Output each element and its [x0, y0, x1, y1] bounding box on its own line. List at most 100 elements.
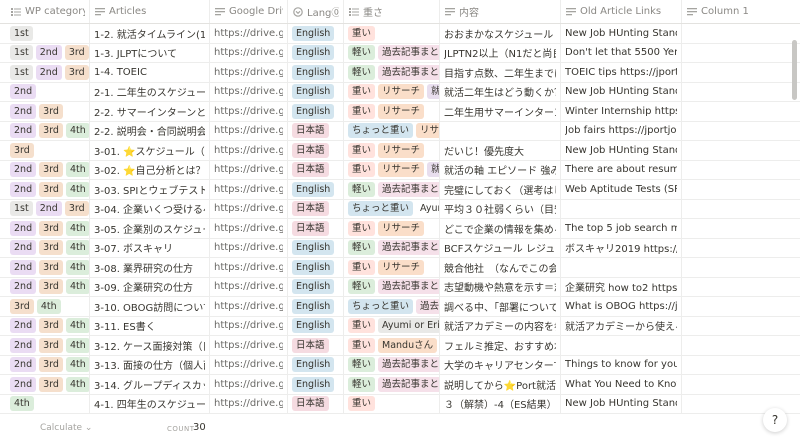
- drive-link[interactable]: https://drive.google.com: [214, 379, 283, 390]
- drive-link[interactable]: https://drive.google.com: [214, 47, 283, 58]
- weight-cell[interactable]: ちょっと重い過去記事: [344, 297, 440, 316]
- category-tag-cell[interactable]: 2nd: [0, 82, 90, 101]
- lang-cell[interactable]: 日本語: [288, 219, 344, 238]
- weight-cell[interactable]: 軽い過去記事まとめ: [344, 63, 440, 82]
- drive-cell[interactable]: https://drive.google.com: [210, 355, 288, 374]
- content-cell[interactable]: 志望動機や熱意を示す＝志望動: [440, 277, 561, 296]
- lang-cell[interactable]: English: [288, 82, 344, 101]
- drive-cell[interactable]: https://drive.google.com: [210, 160, 288, 179]
- category-tag-cell[interactable]: 2nd 3rd 4th: [0, 219, 90, 238]
- table-row[interactable]: 2nd3rd4th 2-2. 説明会・合同説明会 https://drive.goo…: [0, 121, 800, 141]
- lang-cell[interactable]: English: [288, 375, 344, 394]
- old-links-cell[interactable]: [561, 336, 682, 355]
- drive-link[interactable]: https://drive.google.com: [214, 223, 283, 234]
- table-row[interactable]: 2nd3rd4th 3-11. ES書く https://drive.google.…: [0, 316, 800, 336]
- article-cell[interactable]: 2-2. サマーインターンとウィンター: [90, 102, 210, 121]
- content-cell[interactable]: JLPTN2以上（N1だと尚良い）: [440, 43, 561, 62]
- drive-link[interactable]: https://drive.google.com: [214, 164, 283, 175]
- column-1-cell[interactable]: [682, 317, 800, 336]
- weight-cell[interactable]: 重い リサーチ: [344, 141, 440, 160]
- drive-cell[interactable]: https://drive.google.com: [210, 316, 288, 335]
- column-1-cell[interactable]: [682, 161, 800, 180]
- article-cell[interactable]: 3-04. 企業いくつ受けるべき？: [90, 199, 210, 218]
- drive-cell[interactable]: https://drive.google.com: [210, 297, 288, 316]
- weight-cell[interactable]: 重い: [344, 394, 440, 413]
- article-cell[interactable]: 4-1. 四年生のスケジュールにつ: [90, 394, 210, 413]
- lang-cell[interactable]: 日本語: [288, 199, 344, 218]
- old-links-cell[interactable]: Web Aptitude Tests (SPI etc): [561, 180, 682, 199]
- weight-cell[interactable]: 重い: [344, 24, 440, 43]
- drive-link[interactable]: https://drive.google.com: [214, 106, 283, 117]
- drive-link[interactable]: https://drive.google.com: [214, 28, 283, 39]
- article-cell[interactable]: 3-12. ケース面接対策（日経・: [90, 336, 210, 355]
- drive-cell[interactable]: https://drive.google.com: [210, 238, 288, 257]
- drive-link[interactable]: https://drive.google.com: [214, 184, 283, 195]
- lang-cell[interactable]: English: [288, 180, 344, 199]
- old-links-cell[interactable]: Job fairs https://jportjournal.com: [561, 121, 682, 140]
- category-tag-cell[interactable]: 3rd: [0, 141, 90, 160]
- table-row[interactable]: 2nd3rd4th 3-07. ボスキャリ https://drive.google…: [0, 238, 800, 258]
- drive-cell[interactable]: https://drive.google.com: [210, 43, 288, 62]
- calculate-dropdown[interactable]: Calculate ⌄: [40, 423, 92, 433]
- old-links-cell[interactable]: New Job HUnting Standards !: [561, 394, 682, 413]
- category-tag-cell[interactable]: 1st2nd3rd4: [0, 199, 90, 218]
- content-cell[interactable]: 調べる中、「部署についてもっ: [440, 297, 561, 316]
- category-tag-cell[interactable]: 2nd 3rd 4th: [0, 180, 90, 199]
- drive-link[interactable]: https://drive.google.com: [214, 301, 283, 312]
- drive-link[interactable]: https://drive.google.com: [214, 86, 283, 97]
- weight-cell[interactable]: 重い Manduさん: [344, 336, 440, 355]
- column-1-cell[interactable]: [682, 336, 800, 355]
- content-cell[interactable]: [440, 121, 561, 140]
- drive-link[interactable]: https://drive.google.com: [214, 203, 283, 214]
- article-cell[interactable]: 3-07. ボスキャリ: [90, 238, 210, 257]
- lang-cell[interactable]: 日本語: [288, 141, 344, 160]
- article-cell[interactable]: 2-2. 説明会・合同説明会: [90, 121, 210, 140]
- column-1-cell[interactable]: [682, 44, 800, 63]
- content-cell[interactable]: 目指す点数、二年生までにうけ: [440, 63, 561, 82]
- column-1-cell[interactable]: [682, 258, 800, 277]
- category-tag-cell[interactable]: 2nd 3rd 4th: [0, 160, 90, 179]
- table-row[interactable]: 1st2nd3rd4 3-04. 企業いくつ受けるべき？ https://drive…: [0, 199, 800, 219]
- content-cell[interactable]: おおまかなスケジュール（細か: [440, 24, 561, 43]
- lang-cell[interactable]: English: [288, 43, 344, 62]
- drive-link[interactable]: https://drive.google.com: [214, 67, 283, 78]
- drive-cell[interactable]: https://drive.google.com: [210, 63, 288, 82]
- drive-cell[interactable]: https://drive.google.com: [210, 121, 288, 140]
- table-row[interactable]: 2nd3rd4th 3-12. ケース面接対策（日経・ https://drive.…: [0, 336, 800, 356]
- column-header-0[interactable]: WP category tag: [0, 0, 90, 23]
- category-tag-cell[interactable]: 2nd 3rd 4th: [0, 355, 90, 374]
- drive-cell[interactable]: https://drive.google.com: [210, 180, 288, 199]
- drive-cell[interactable]: https://drive.google.com: [210, 82, 288, 101]
- column-header-5[interactable]: 内容: [440, 0, 561, 23]
- drive-link[interactable]: https://drive.google.com: [214, 398, 283, 409]
- content-cell[interactable]: 就活二年生はどう動くか？: [440, 82, 561, 101]
- drive-link[interactable]: https://drive.google.com: [214, 359, 283, 370]
- content-cell[interactable]: 就活の軸 エピソード 強み・弱み: [440, 160, 561, 179]
- article-cell[interactable]: 3-03. SPIとウェブテストの勉強: [90, 180, 210, 199]
- lang-cell[interactable]: English: [288, 277, 344, 296]
- article-cell[interactable]: 3-13. 面接の仕方（個人面接）: [90, 355, 210, 374]
- category-tag-cell[interactable]: 2nd 3rd 4th: [0, 277, 90, 296]
- article-cell[interactable]: 3-05. 企業別のスケジュールの: [90, 219, 210, 238]
- category-tag-cell[interactable]: 2nd 3rd 4th: [0, 316, 90, 335]
- category-tag-cell[interactable]: 2nd 3rd 4th: [0, 336, 90, 355]
- old-links-cell[interactable]: ボスキャリ2019 https://jportj: [561, 238, 682, 257]
- category-tag-cell[interactable]: 4th: [0, 394, 90, 413]
- category-tag-cell[interactable]: 2nd 3rd 4th: [0, 121, 90, 140]
- category-tag-cell[interactable]: 2nd 3rd 4th: [0, 375, 90, 394]
- drive-cell[interactable]: https://drive.google.com: [210, 141, 288, 160]
- table-row[interactable]: 2nd 2-1. 二年生のスケジュール https://drive.google.c…: [0, 82, 800, 102]
- lang-cell[interactable]: English: [288, 24, 344, 43]
- table-row[interactable]: 2nd3rd 2-2. サマーインターンとウィンター https://drive.g…: [0, 102, 800, 122]
- content-cell[interactable]: どこで企業の情報を集めるか？: [440, 219, 561, 238]
- content-cell[interactable]: 二年生用サマーインターンの内: [440, 102, 561, 121]
- old-links-cell[interactable]: 企業研究 how to2 https://jport: [561, 277, 682, 296]
- category-tag-cell[interactable]: 3rd 4th: [0, 297, 90, 316]
- category-tag-cell[interactable]: 2nd 3rd 4th: [0, 238, 90, 257]
- drive-link[interactable]: https://drive.google.com: [214, 340, 283, 351]
- article-cell[interactable]: 3-08. 業界研究の仕方: [90, 258, 210, 277]
- lang-cell[interactable]: English: [288, 63, 344, 82]
- drive-cell[interactable]: https://drive.google.com: [210, 102, 288, 121]
- table-row[interactable]: 2nd3rd4th 3-09. 企業研究の仕方 https://drive.goog…: [0, 277, 800, 297]
- old-links-cell[interactable]: Don't let that 5500 Yen Go To: [561, 43, 682, 62]
